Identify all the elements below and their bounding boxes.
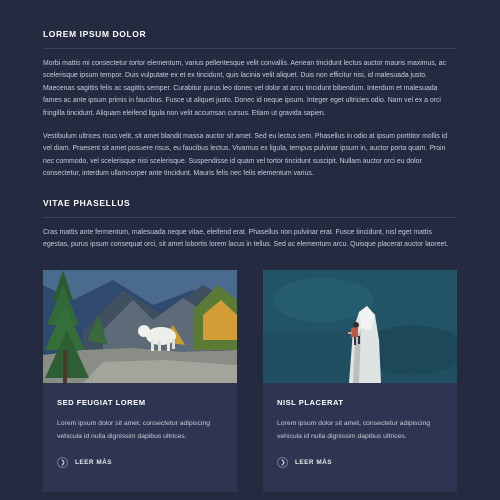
card-grid: SED FEUGIAT LOREM Lorem ipsum dolor sit … (43, 270, 457, 493)
read-more-label: LEER MÁS (75, 459, 113, 467)
read-more-link[interactable]: ❯ LEER MÁS (57, 457, 223, 469)
page-content: LOREM IPSUM DOLOR Morbi mattis mi consec… (0, 0, 500, 493)
section-heading-lorem: LOREM IPSUM DOLOR (43, 29, 147, 39)
section-heading-vitae: VITAE PHASELLUS (43, 197, 131, 208)
body-paragraph-1: Morbi mattis mi consectetur tortor eleme… (43, 60, 446, 117)
card-title: SED FEUGIAT LOREM (57, 398, 146, 408)
chevron-right-icon: ❯ (277, 457, 288, 469)
feature-card-2: NISL PLACERAT Lorem ipsum dolor sit amet… (263, 270, 457, 493)
divider (43, 48, 457, 49)
chevron-right-icon: ❯ (57, 457, 68, 469)
feature-card-1: SED FEUGIAT LOREM Lorem ipsum dolor sit … (43, 270, 237, 493)
body-paragraph-3: Cras mattis ante fermentum, malesuada ne… (43, 228, 449, 249)
mountain-goat-photo[interactable] (43, 270, 237, 384)
card-description: Lorem ipsum dolor sit amet, consectetur … (57, 420, 210, 440)
card-description: Lorem ipsum dolor sit amet, consectetur … (277, 420, 430, 440)
rock-climber-photo[interactable] (263, 270, 457, 384)
divider (43, 216, 457, 218)
read-more-label: LEER MÁS (295, 459, 333, 467)
read-more-link[interactable]: ❯ LEER MÁS (277, 457, 443, 469)
card-title: NISL PLACERAT (277, 398, 344, 408)
body-paragraph-2: Vestibulum ultrices risus velit, sit ame… (43, 133, 448, 178)
